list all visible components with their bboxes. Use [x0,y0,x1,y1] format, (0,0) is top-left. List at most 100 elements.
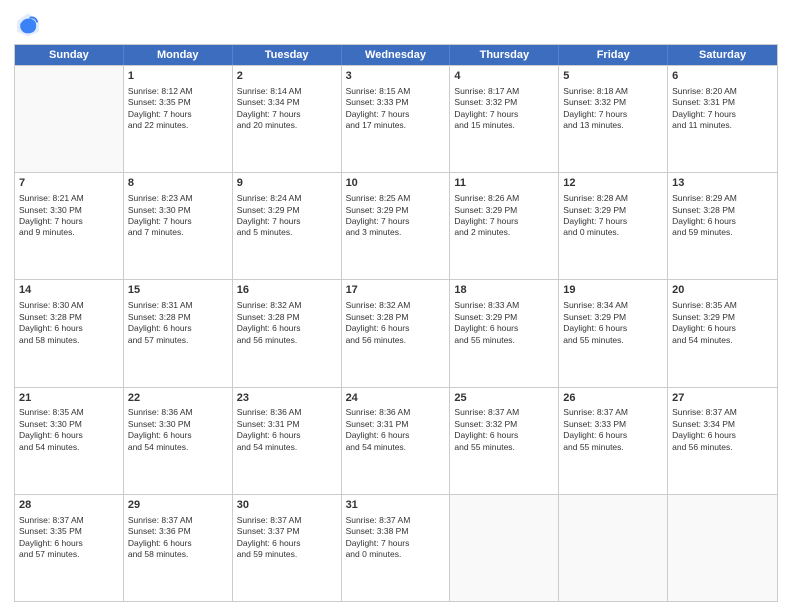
cal-cell: 12Sunrise: 8:28 AMSunset: 3:29 PMDayligh… [559,173,668,279]
sunset-text: Sunset: 3:31 PM [672,97,773,108]
daylight-minutes: and 56 minutes. [672,442,773,453]
cal-cell: 21Sunrise: 8:35 AMSunset: 3:30 PMDayligh… [15,388,124,494]
day-number: 19 [563,283,663,298]
sunrise-text: Sunrise: 8:37 AM [346,515,446,526]
sunset-text: Sunset: 3:29 PM [454,312,554,323]
day-number: 29 [128,498,228,513]
cal-cell: 11Sunrise: 8:26 AMSunset: 3:29 PMDayligh… [450,173,559,279]
sunset-text: Sunset: 3:35 PM [19,526,119,537]
cal-cell: 1Sunrise: 8:12 AMSunset: 3:35 PMDaylight… [124,66,233,172]
cal-header-cell: Wednesday [342,45,451,65]
sunset-text: Sunset: 3:33 PM [563,419,663,430]
daylight-text: Daylight: 6 hours [454,430,554,441]
sunset-text: Sunset: 3:32 PM [454,419,554,430]
sunrise-text: Sunrise: 8:29 AM [672,193,773,204]
day-number: 20 [672,283,773,298]
calendar: SundayMondayTuesdayWednesdayThursdayFrid… [14,44,778,602]
daylight-text: Daylight: 6 hours [237,430,337,441]
daylight-text: Daylight: 7 hours [237,216,337,227]
cal-week-row: 1Sunrise: 8:12 AMSunset: 3:35 PMDaylight… [15,65,777,172]
cal-cell: 4Sunrise: 8:17 AMSunset: 3:32 PMDaylight… [450,66,559,172]
daylight-minutes: and 22 minutes. [128,120,228,131]
daylight-minutes: and 54 minutes. [19,442,119,453]
cal-cell [559,495,668,601]
day-number: 1 [128,69,228,84]
daylight-text: Daylight: 6 hours [563,323,663,334]
cal-cell: 31 Sunrise: 8:37 AMSunset: 3:38 PMDayligh… [342,495,451,601]
cal-week-row: 7Sunrise: 8:21 AMSunset: 3:30 PMDaylight… [15,172,777,279]
sunset-text: Sunset: 3:30 PM [19,419,119,430]
sunrise-text: Sunrise: 8:25 AM [346,193,446,204]
sunrise-text: Sunrise: 8:35 AM [19,407,119,418]
cal-header-cell: Tuesday [233,45,342,65]
daylight-minutes: and 59 minutes. [237,549,337,560]
calendar-header: SundayMondayTuesdayWednesdayThursdayFrid… [15,45,777,65]
day-number: 6 [672,69,773,84]
sunset-text: Sunset: 3:36 PM [128,526,228,537]
sunset-text: Sunset: 3:29 PM [672,312,773,323]
sunset-text: Sunset: 3:33 PM [346,97,446,108]
sunrise-text: Sunrise: 8:28 AM [563,193,663,204]
cal-cell: 9Sunrise: 8:24 AMSunset: 3:29 PMDaylight… [233,173,342,279]
sunset-text: Sunset: 3:29 PM [237,205,337,216]
cal-cell: 17Sunrise: 8:32 AMSunset: 3:28 PMDayligh… [342,280,451,386]
cal-cell: 5Sunrise: 8:18 AMSunset: 3:32 PMDaylight… [559,66,668,172]
daylight-text: Daylight: 7 hours [346,109,446,120]
day-number: 25 [454,391,554,406]
daylight-minutes: and 7 minutes. [128,227,228,238]
daylight-text: Daylight: 6 hours [19,538,119,549]
daylight-text: Daylight: 7 hours [454,109,554,120]
sunset-text: Sunset: 3:34 PM [672,419,773,430]
daylight-minutes: and 54 minutes. [346,442,446,453]
daylight-minutes: and 55 minutes. [454,442,554,453]
sunset-text: Sunset: 3:32 PM [454,97,554,108]
daylight-text: Daylight: 7 hours [346,538,446,549]
cal-cell: 22Sunrise: 8:36 AMSunset: 3:30 PMDayligh… [124,388,233,494]
daylight-minutes: and 59 minutes. [672,227,773,238]
cal-week-row: 28Sunrise: 8:37 AMSunset: 3:35 PMDayligh… [15,494,777,601]
daylight-text: Daylight: 7 hours [672,109,773,120]
day-number: 7 [19,176,119,191]
cal-cell: 14Sunrise: 8:30 AMSunset: 3:28 PMDayligh… [15,280,124,386]
cal-header-cell: Monday [124,45,233,65]
day-number: 26 [563,391,663,406]
sunrise-text: Sunrise: 8:37 AM [237,515,337,526]
day-number: 18 [454,283,554,298]
sunrise-text: Sunrise: 8:37 AM [563,407,663,418]
sunset-text: Sunset: 3:31 PM [237,419,337,430]
day-number: 16 [237,283,337,298]
cal-header-cell: Friday [559,45,668,65]
sunset-text: Sunset: 3:30 PM [128,419,228,430]
cal-cell [450,495,559,601]
cal-cell: 3Sunrise: 8:15 AMSunset: 3:33 PMDaylight… [342,66,451,172]
sunset-text: Sunset: 3:35 PM [128,97,228,108]
daylight-text: Daylight: 7 hours [19,216,119,227]
sunset-text: Sunset: 3:28 PM [237,312,337,323]
daylight-minutes: and 57 minutes. [19,549,119,560]
cal-cell: 15Sunrise: 8:31 AMSunset: 3:28 PMDayligh… [124,280,233,386]
daylight-text: Daylight: 7 hours [128,109,228,120]
day-number: 23 [237,391,337,406]
daylight-minutes: and 0 minutes. [346,549,446,560]
day-number: 31 [346,498,446,513]
sunrise-text: Sunrise: 8:32 AM [237,300,337,311]
day-number: 10 [346,176,446,191]
daylight-text: Daylight: 7 hours [346,216,446,227]
sunset-text: Sunset: 3:29 PM [454,205,554,216]
sunset-text: Sunset: 3:29 PM [563,312,663,323]
day-number: 27 [672,391,773,406]
sunset-text: Sunset: 3:38 PM [346,526,446,537]
sunset-text: Sunset: 3:28 PM [672,205,773,216]
sunset-text: Sunset: 3:28 PM [346,312,446,323]
day-number: 30 [237,498,337,513]
cal-cell: 10Sunrise: 8:25 AMSunset: 3:29 PMDayligh… [342,173,451,279]
cal-cell: 2Sunrise: 8:14 AMSunset: 3:34 PMDaylight… [233,66,342,172]
cal-cell: 30Sunrise: 8:37 AMSunset: 3:37 PMDayligh… [233,495,342,601]
sunset-text: Sunset: 3:29 PM [563,205,663,216]
daylight-minutes: and 15 minutes. [454,120,554,131]
daylight-text: Daylight: 7 hours [128,216,228,227]
daylight-minutes: and 55 minutes. [563,335,663,346]
cal-cell [668,495,777,601]
day-number: 14 [19,283,119,298]
sunrise-text: Sunrise: 8:32 AM [346,300,446,311]
